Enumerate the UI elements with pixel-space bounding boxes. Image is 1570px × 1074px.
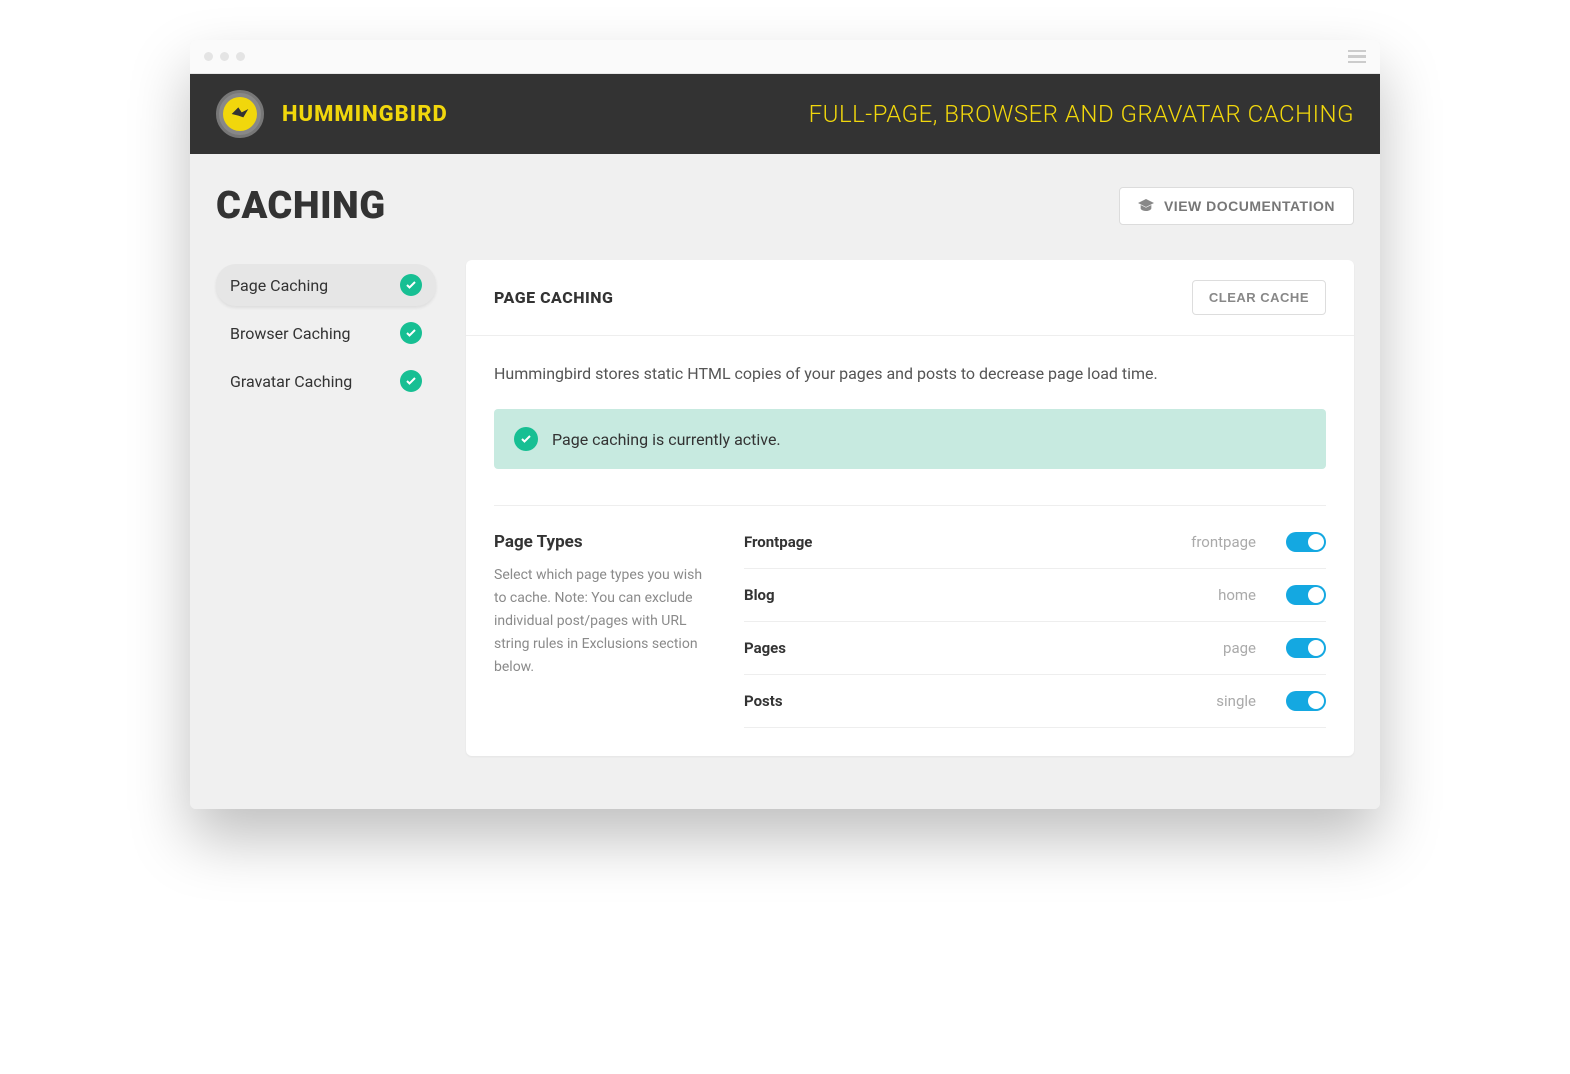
clear-button-label: CLEAR CACHE [1209, 290, 1309, 305]
row-label: Frontpage [744, 533, 1191, 551]
brand: HUMMINGBIRD [216, 90, 448, 138]
sidebar-item-label: Page Caching [230, 276, 328, 295]
row-label: Pages [744, 639, 1223, 657]
page-type-row: Posts single [744, 675, 1326, 728]
brand-name: HUMMINGBIRD [282, 102, 448, 127]
header-tagline: FULL-PAGE, BROWSER AND GRAVATAR CACHING [809, 100, 1354, 128]
menu-icon[interactable] [1348, 50, 1366, 64]
panel-description: Hummingbird stores static HTML copies of… [494, 364, 1326, 383]
content-area: CACHING VIEW DOCUMENTATION Page Caching … [190, 154, 1380, 809]
section-title: Page Types [494, 532, 714, 552]
page-title: CACHING [216, 184, 386, 228]
section-sidebar: Page Types Select which page types you w… [494, 532, 714, 728]
toggle-posts[interactable] [1286, 691, 1326, 711]
sidebar: Page Caching Browser Caching Gravatar Ca… [216, 260, 436, 756]
sidebar-item-label: Browser Caching [230, 324, 351, 343]
window-dot[interactable] [220, 52, 229, 61]
window-controls [204, 52, 245, 61]
window-dot[interactable] [204, 52, 213, 61]
check-icon [400, 274, 422, 296]
sidebar-item-label: Gravatar Caching [230, 372, 352, 391]
page-type-row: Pages page [744, 622, 1326, 675]
page-types-section: Page Types Select which page types you w… [494, 505, 1326, 728]
window-dot[interactable] [236, 52, 245, 61]
sidebar-item-browser-caching[interactable]: Browser Caching [216, 312, 436, 354]
page-type-row: Blog home [744, 569, 1326, 622]
layout: Page Caching Browser Caching Gravatar Ca… [216, 260, 1354, 756]
page-types-list: Frontpage frontpage Blog home Pages [744, 532, 1326, 728]
row-label: Posts [744, 692, 1216, 710]
sidebar-item-gravatar-caching[interactable]: Gravatar Caching [216, 360, 436, 402]
page-type-row: Frontpage frontpage [744, 532, 1326, 569]
section-description: Select which page types you wish to cach… [494, 564, 714, 679]
graduation-cap-icon [1138, 198, 1154, 214]
toggle-blog[interactable] [1286, 585, 1326, 605]
panel-header: PAGE CACHING CLEAR CACHE [466, 260, 1354, 336]
row-id: frontpage [1191, 533, 1256, 551]
row-id: single [1216, 692, 1256, 710]
row-label: Blog [744, 586, 1218, 604]
panel-body: Hummingbird stores static HTML copies of… [466, 336, 1354, 756]
sidebar-item-page-caching[interactable]: Page Caching [216, 264, 436, 306]
view-documentation-button[interactable]: VIEW DOCUMENTATION [1119, 187, 1354, 225]
row-id: home [1218, 586, 1256, 604]
notice-text: Page caching is currently active. [552, 430, 781, 449]
browser-chrome [190, 40, 1380, 74]
app-header: HUMMINGBIRD FULL-PAGE, BROWSER AND GRAVA… [190, 74, 1380, 154]
toggle-frontpage[interactable] [1286, 532, 1326, 552]
check-icon [400, 322, 422, 344]
hummingbird-logo-icon [216, 90, 264, 138]
row-id: page [1223, 639, 1256, 657]
main-panel: PAGE CACHING CLEAR CACHE Hummingbird sto… [466, 260, 1354, 756]
check-icon [400, 370, 422, 392]
browser-frame: HUMMINGBIRD FULL-PAGE, BROWSER AND GRAVA… [190, 40, 1380, 809]
clear-cache-button[interactable]: CLEAR CACHE [1192, 280, 1326, 315]
check-icon [514, 427, 538, 451]
toggle-pages[interactable] [1286, 638, 1326, 658]
content-header: CACHING VIEW DOCUMENTATION [216, 184, 1354, 228]
status-notice: Page caching is currently active. [494, 409, 1326, 469]
panel-title: PAGE CACHING [494, 288, 613, 307]
doc-button-label: VIEW DOCUMENTATION [1164, 198, 1335, 214]
